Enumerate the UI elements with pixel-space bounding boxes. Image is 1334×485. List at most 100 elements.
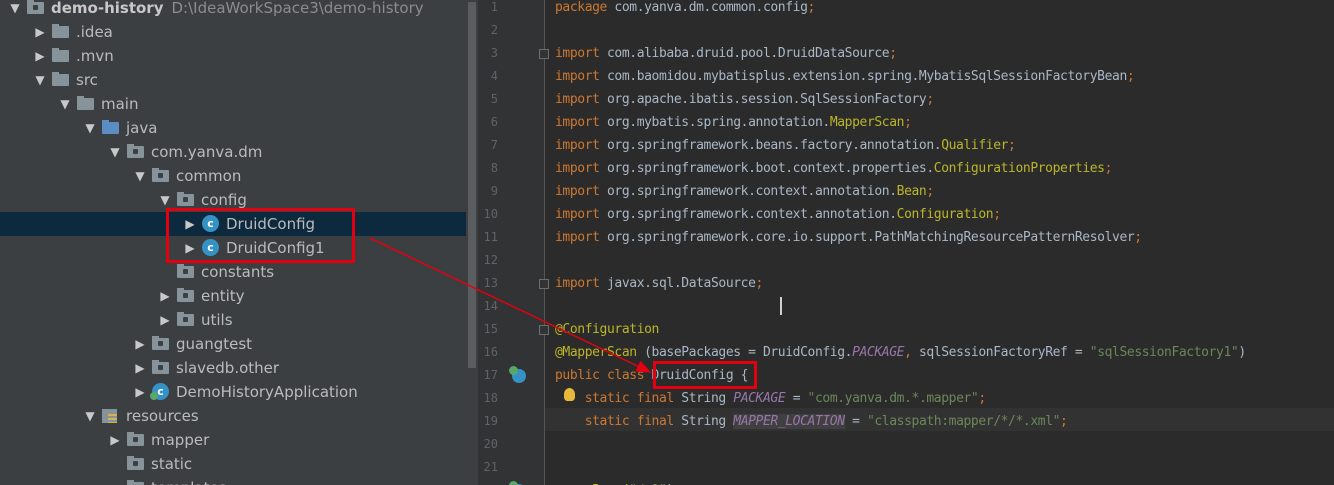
expand-arrow-icon[interactable]: ▶ bbox=[133, 380, 147, 404]
line-number: 15 bbox=[483, 322, 498, 336]
collapse-arrow-icon[interactable]: ▼ bbox=[83, 404, 97, 428]
tree-item-java[interactable]: ▼ java bbox=[0, 116, 466, 140]
tree-item-com-yanva-dm[interactable]: ▼ com.yanva.dm bbox=[0, 140, 466, 164]
code-token: ; bbox=[807, 0, 816, 15]
code-token: import bbox=[555, 138, 607, 153]
collapse-arrow-icon[interactable]: ▼ bbox=[33, 68, 47, 92]
code-token: @MapperScan bbox=[555, 345, 645, 360]
code-token: import bbox=[555, 69, 607, 84]
fold-marker-icon[interactable] bbox=[539, 279, 549, 289]
line-number: 1 bbox=[490, 0, 498, 14]
folder-icon bbox=[52, 48, 69, 62]
line-number: 20 bbox=[483, 437, 498, 451]
tree-item-idea[interactable]: ▶ .idea bbox=[0, 20, 466, 44]
line-number: 2 bbox=[490, 23, 498, 37]
line-number: 3 bbox=[490, 46, 498, 60]
package-folder-icon bbox=[177, 264, 194, 278]
collapse-arrow-icon[interactable]: ▼ bbox=[8, 0, 22, 20]
code-line[interactable]: import org.apache.ibatis.session.SqlSess… bbox=[555, 88, 934, 111]
tree-item-static[interactable]: static bbox=[0, 452, 466, 476]
tree-item-slavedb-other[interactable]: ▶ slavedb.other bbox=[0, 356, 466, 380]
code-line[interactable]: import javax.sql.DataSource; bbox=[555, 272, 763, 295]
collapse-arrow-icon[interactable]: ▼ bbox=[83, 116, 97, 140]
code-line[interactable]: import com.baomidou.mybatisplus.extensio… bbox=[555, 65, 1135, 88]
code-token: ; bbox=[1134, 230, 1142, 245]
code-line[interactable]: @Configuration bbox=[555, 318, 659, 341]
code-line[interactable]: import org.springframework.core.io.suppo… bbox=[555, 226, 1142, 249]
code-token: ; bbox=[1008, 138, 1016, 153]
code-token: com.yanva.dm.common.config bbox=[614, 0, 808, 15]
tree-item-label: java bbox=[126, 119, 158, 137]
tree-item-demo-history[interactable]: ▼ demo-history D:\IdeaWorkSpace3\demo-hist… bbox=[0, 0, 466, 20]
tree-item-constants[interactable]: constants bbox=[0, 260, 466, 284]
line-number: 11 bbox=[483, 230, 498, 244]
line-number: 9 bbox=[490, 184, 498, 198]
code-line[interactable]: import org.springframework.boot.context.… bbox=[555, 157, 1112, 180]
package-folder-icon bbox=[152, 168, 169, 182]
code-line[interactable]: import org.springframework.context.annot… bbox=[555, 203, 1001, 226]
expand-arrow-icon[interactable]: ▶ bbox=[158, 284, 172, 308]
tree-item-demohistoryapplication[interactable]: ▶ c DemoHistoryApplication bbox=[0, 380, 466, 404]
code-line[interactable]: package com.yanva.dm.common.config; bbox=[555, 0, 815, 19]
highlight-box-tree-classes bbox=[166, 208, 355, 263]
fold-marker-icon[interactable] bbox=[539, 49, 549, 59]
code-line[interactable]: import org.springframework.context.annot… bbox=[555, 180, 934, 203]
folder-icon bbox=[77, 96, 94, 110]
code-token: String bbox=[681, 414, 734, 429]
fold-marker-icon[interactable] bbox=[539, 325, 549, 335]
tree-item-mvn[interactable]: ▶ .mvn bbox=[0, 44, 466, 68]
package-folder-icon bbox=[152, 336, 169, 350]
spring-app-class-icon: c bbox=[150, 383, 169, 400]
code-line[interactable]: static final String MAPPER_LOCATION = "c… bbox=[555, 410, 1068, 433]
code-line[interactable]: import org.springframework.beans.factory… bbox=[555, 134, 1016, 157]
line-number: 13 bbox=[483, 276, 498, 290]
code-token: import bbox=[555, 92, 607, 107]
expand-arrow-icon[interactable]: ▶ bbox=[133, 332, 147, 356]
code-token: ; bbox=[926, 184, 934, 199]
collapse-arrow-icon[interactable]: ▼ bbox=[133, 164, 147, 188]
tree-item-resources[interactable]: ▼ resources bbox=[0, 404, 466, 428]
expand-arrow-icon[interactable]: ▶ bbox=[33, 44, 47, 68]
code-token: (basePackages = DruidConfig. bbox=[644, 345, 853, 360]
tree-item-main[interactable]: ▼ main bbox=[0, 92, 466, 116]
folder-icon bbox=[52, 24, 69, 38]
expand-arrow-icon[interactable]: ▶ bbox=[158, 308, 172, 332]
resources-folder-icon bbox=[102, 409, 117, 423]
tree-item-guangtest[interactable]: ▶ guangtest bbox=[0, 332, 466, 356]
tree-item-common[interactable]: ▼ common bbox=[0, 164, 466, 188]
spring-bean-gutter-icon[interactable] bbox=[509, 366, 526, 383]
project-tree-scrollbar[interactable] bbox=[466, 0, 478, 485]
code-token: , bbox=[904, 345, 919, 360]
code-token: org.springframework.boot.context.propert… bbox=[607, 161, 934, 176]
code-token: "classpath:mapper/*/*.xml" bbox=[866, 414, 1061, 429]
tree-item-label: static bbox=[151, 455, 193, 473]
code-line[interactable]: import org.mybatis.spring.annotation.Map… bbox=[555, 111, 912, 134]
code-token: import bbox=[555, 276, 607, 291]
code-line[interactable]: import com.alibaba.druid.pool.DruidDataS… bbox=[555, 42, 897, 65]
tree-item-label: templates bbox=[151, 476, 227, 485]
code-token: "com.yanva.dm.*.mapper" bbox=[807, 391, 979, 406]
expand-arrow-icon[interactable]: ▶ bbox=[108, 428, 122, 452]
code-token: public class bbox=[555, 368, 652, 383]
code-token: import bbox=[555, 115, 607, 130]
code-editor[interactable]: 12345678910111213141516171819202122 pack… bbox=[480, 0, 1334, 485]
tree-item-templates[interactable]: templates bbox=[0, 476, 466, 485]
tree-item-mapper[interactable]: ▶ mapper bbox=[0, 428, 466, 452]
expand-arrow-icon[interactable]: ▶ bbox=[33, 20, 47, 44]
line-number: 10 bbox=[483, 207, 498, 221]
tree-item-label: com.yanva.dm bbox=[151, 143, 263, 161]
collapse-arrow-icon[interactable]: ▼ bbox=[108, 140, 122, 164]
tree-item-label: utils bbox=[201, 311, 233, 329]
expand-arrow-icon[interactable]: ▶ bbox=[133, 356, 147, 380]
code-line[interactable]: @Bean("ds1") bbox=[555, 479, 675, 485]
collapse-arrow-icon[interactable]: ▼ bbox=[58, 92, 72, 116]
module-folder-icon bbox=[27, 0, 44, 14]
line-number: 12 bbox=[483, 253, 498, 267]
tree-item-src[interactable]: ▼ src bbox=[0, 68, 466, 92]
scrollbar-thumb[interactable] bbox=[468, 2, 476, 368]
tree-item-entity[interactable]: ▶ entity bbox=[0, 284, 466, 308]
tree-item-label: .mvn bbox=[76, 47, 114, 65]
tree-item-utils[interactable]: ▶ utils bbox=[0, 308, 466, 332]
tree-item-label: guangtest bbox=[176, 335, 253, 353]
code-line[interactable]: static final String PACKAGE = "com.yanva… bbox=[555, 387, 987, 410]
